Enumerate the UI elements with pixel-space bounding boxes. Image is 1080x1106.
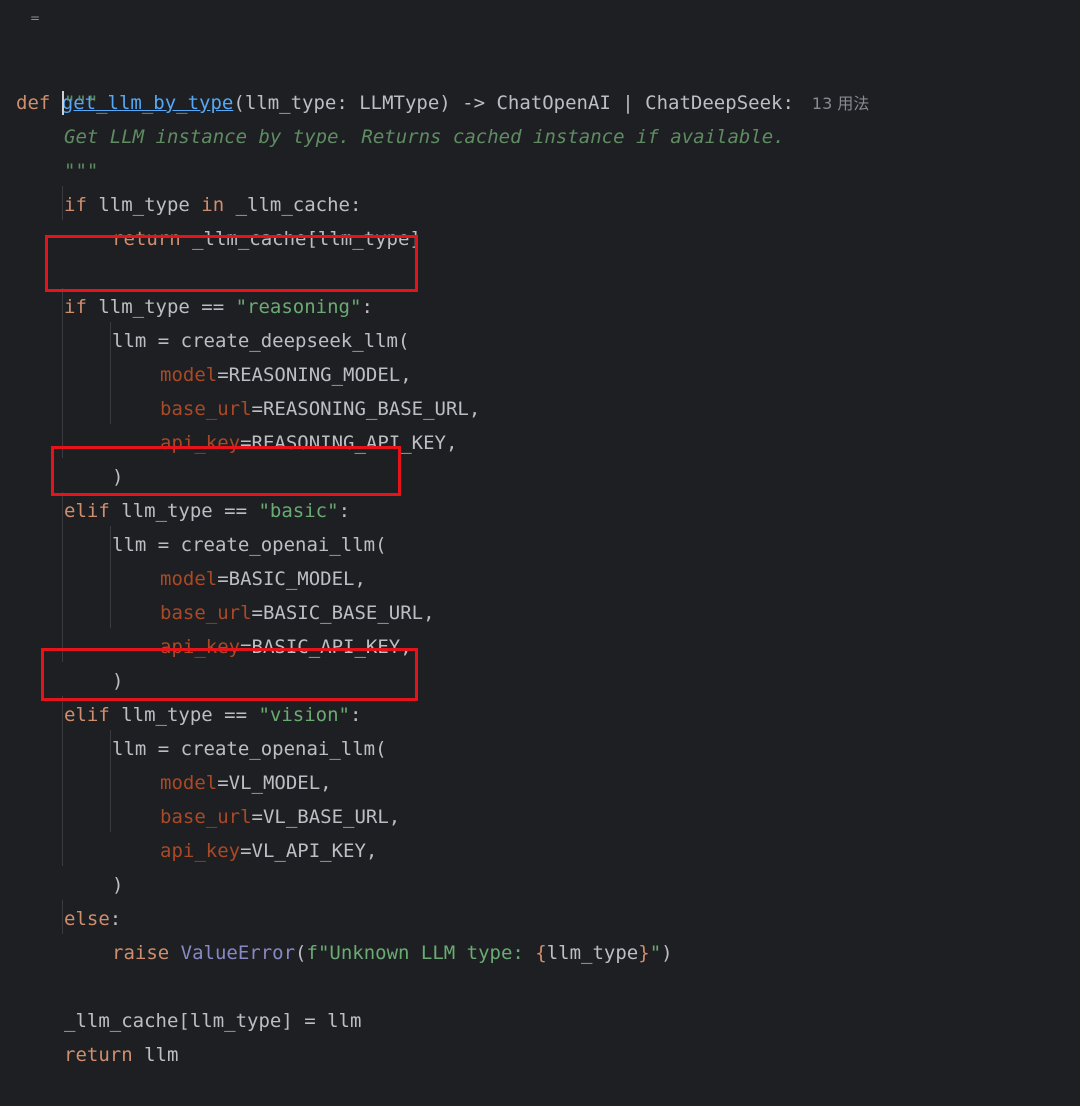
code-line[interactable]: = def get_llm_by_type(llm_type: LLMType)… xyxy=(0,12,1080,115)
code-line[interactable]: model=VL_MODEL, xyxy=(0,732,1080,794)
keyword-return: return xyxy=(64,1044,133,1066)
code-line[interactable]: base_url=BASIC_BASE_URL, xyxy=(0,562,1080,624)
fold-marker-icon[interactable]: = xyxy=(30,12,40,24)
code-line[interactable]: raise ValueError(f"Unknown LLM type: {ll… xyxy=(0,902,1080,964)
code-line[interactable]: return llm xyxy=(0,1004,1080,1066)
code-line[interactable]: llm = create_openai_llm( xyxy=(0,494,1080,556)
class-name: ValueError xyxy=(180,942,296,964)
keyword-raise: raise xyxy=(112,942,170,964)
string-literal: f"Unknown LLM type: xyxy=(306,942,536,964)
code-editor[interactable]: = def get_llm_by_type(llm_type: LLMType)… xyxy=(0,0,1080,1066)
code-line[interactable]: else: xyxy=(0,868,1080,930)
code-line[interactable]: if llm_type in _llm_cache: xyxy=(0,154,1080,216)
highlight-box-basic xyxy=(51,446,401,496)
code-line[interactable]: api_key=REASONING_API_KEY, xyxy=(0,392,1080,454)
code-line[interactable]: Get LLM instance by type. Returns cached… xyxy=(0,86,1080,148)
code-line[interactable]: return _llm_cache[llm_type] xyxy=(0,188,1080,250)
code-line[interactable]: model=REASONING_MODEL, xyxy=(0,324,1080,386)
code-line[interactable]: """ xyxy=(0,120,1080,182)
code-line[interactable]: """ xyxy=(0,52,1080,114)
code-line[interactable]: base_url=REASONING_BASE_URL, xyxy=(0,358,1080,420)
code-line[interactable]: ) xyxy=(0,834,1080,896)
code-line[interactable]: llm = create_openai_llm( xyxy=(0,698,1080,760)
highlight-box-reasoning xyxy=(45,235,418,292)
code-line[interactable]: api_key=BASIC_API_KEY, xyxy=(0,596,1080,658)
highlight-box-vision xyxy=(41,648,418,701)
code-line[interactable]: base_url=VL_BASE_URL, xyxy=(0,766,1080,828)
code-line[interactable]: api_key=VL_API_KEY, xyxy=(0,800,1080,862)
code-line[interactable]: llm = create_deepseek_llm( xyxy=(0,290,1080,352)
code-line[interactable]: model=BASIC_MODEL, xyxy=(0,528,1080,590)
code-line[interactable]: _llm_cache[llm_type] = llm xyxy=(0,970,1080,1032)
